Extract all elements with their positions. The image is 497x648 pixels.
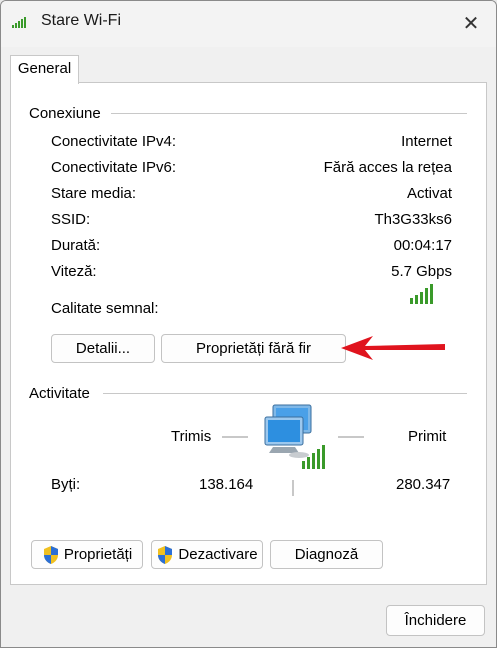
- duration-value: 00:04:17: [393, 237, 452, 254]
- uac-shield-icon: [158, 546, 173, 565]
- properties-button-label: Proprietăți: [63, 546, 133, 563]
- ipv4-label: Conectivitate IPv4:: [51, 133, 177, 150]
- ipv6-label: Conectivitate IPv6:: [51, 159, 177, 176]
- wireless-properties-button[interactable]: Proprietăți fără fir: [161, 334, 346, 363]
- speed-value: 5.7 Gbps: [391, 263, 452, 280]
- bytes-divider: [292, 480, 294, 496]
- bytes-received-value: 280.347: [396, 476, 451, 493]
- uac-shield-icon: [43, 546, 58, 565]
- bytes-sent-value: 138.164: [199, 476, 254, 493]
- window-title: Stare Wi-Fi: [41, 12, 121, 29]
- speed-label: Viteză:: [51, 263, 97, 280]
- connection-divider: [111, 113, 467, 114]
- received-label: Primit: [408, 428, 447, 445]
- ipv6-value: Fără acces la rețea: [323, 159, 452, 176]
- network-computers-icon: [264, 404, 325, 469]
- received-connector: [338, 436, 364, 438]
- disable-button[interactable]: Dezactivare: [151, 540, 263, 569]
- connection-group-title: Conexiune: [29, 105, 107, 122]
- tab-general[interactable]: General: [10, 55, 79, 84]
- details-button[interactable]: Detalii...: [51, 334, 155, 363]
- ssid-value: Th3G33ks6: [374, 211, 452, 228]
- close-icon[interactable]: ✕: [456, 11, 486, 37]
- duration-label: Durată:: [51, 237, 101, 254]
- ipv4-value: Internet: [401, 133, 452, 150]
- ssid-label: SSID:: [51, 211, 91, 228]
- activity-group-title: Activitate: [29, 385, 96, 402]
- media-state-value: Activat: [406, 185, 452, 202]
- disable-button-label: Dezactivare: [178, 546, 258, 563]
- signal-bars-icon: [410, 284, 433, 304]
- close-button[interactable]: Închidere: [386, 605, 485, 636]
- annotation-arrow-icon: [341, 336, 445, 360]
- bytes-label: Byți:: [51, 476, 81, 493]
- sent-label: Trimis: [171, 428, 212, 445]
- media-state-label: Stare media:: [51, 185, 137, 202]
- sent-connector: [222, 436, 248, 438]
- wifi-status-window: Stare Wi-Fi ✕ General Conexiune Conectiv…: [0, 0, 497, 648]
- diagnose-button[interactable]: Diagnoză: [270, 540, 383, 569]
- title-bar[interactable]: Stare Wi-Fi ✕: [1, 1, 496, 47]
- signal-quality-label: Calitate semnal:: [51, 300, 159, 317]
- wifi-signal-icon: [12, 17, 26, 28]
- activity-divider: [103, 393, 467, 394]
- properties-button[interactable]: Proprietăți: [31, 540, 143, 569]
